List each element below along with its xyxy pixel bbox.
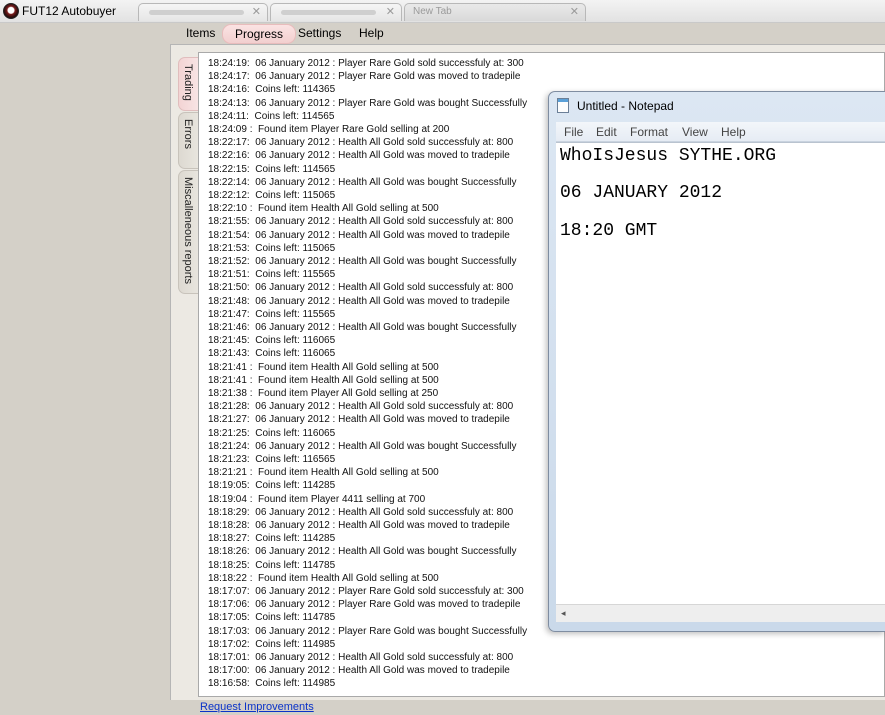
log-line: 18:17:07: 06 January 2012 : Player Rare … xyxy=(208,586,524,597)
log-line: 18:24:09 : Found item Player Rare Gold s… xyxy=(208,124,450,135)
request-improvements-link[interactable]: Request Improvements xyxy=(200,701,314,713)
new-tab-label: New Tab xyxy=(413,6,452,17)
side-tabs: Trading Errors Miscalleneous reports xyxy=(178,52,198,294)
notepad-text-area[interactable]: WhoIsJesus SYTHE.ORG 06 JANUARY 2012 18:… xyxy=(556,142,885,605)
new-tab[interactable]: New Tab ✕ xyxy=(404,3,586,21)
menu-settings[interactable]: Settings xyxy=(298,26,341,40)
log-line: 18:24:16: Coins left: 114365 xyxy=(208,84,336,96)
log-line: 18:18:29: 06 January 2012 : Health All G… xyxy=(208,506,514,518)
log-line: 18:17:00: 06 January 2012 : Health All G… xyxy=(208,665,510,677)
close-icon[interactable]: ✕ xyxy=(252,5,261,18)
log-line: 18:21:53: Coins left: 115065 xyxy=(208,242,336,254)
arrow-left-icon[interactable]: ◂ xyxy=(561,608,566,619)
log-line: 18:21:28: 06 January 2012 : Health All G… xyxy=(208,401,514,413)
log-line: 18:21:50: 06 January 2012 : Health All G… xyxy=(208,282,514,294)
log-line: 18:21:47: Coins left: 115565 xyxy=(208,308,336,320)
notepad-line: 18:20 GMT xyxy=(560,221,658,241)
log-line: 18:22:10 : Found item Health All Gold se… xyxy=(208,203,439,215)
log-line: 18:17:06: 06 January 2012 : Player Rare … xyxy=(208,599,521,611)
tab-trading-label: Trading xyxy=(182,64,194,101)
log-line: 18:21:23: Coins left: 116565 xyxy=(208,454,336,465)
notepad-horizontal-scrollbar[interactable]: ◂ xyxy=(556,604,885,622)
notepad-icon xyxy=(557,98,569,113)
log-line: 18:21:55: 06 January 2012 : Health All G… xyxy=(208,216,514,228)
log-line: 18:17:02: Coins left: 114985 xyxy=(208,638,336,650)
log-line: 18:24:17: 06 January 2012 : Player Rare … xyxy=(208,71,521,83)
log-line: 18:21:38 : Found item Player All Gold se… xyxy=(208,388,439,399)
tab-misc-label: Miscalleneous reports xyxy=(182,177,194,284)
tab-miscellaneous-reports[interactable]: Miscalleneous reports xyxy=(178,170,198,294)
close-icon[interactable]: ✕ xyxy=(386,5,395,18)
menu-progress[interactable]: Progress xyxy=(222,24,297,44)
notepad-line: 06 JANUARY 2012 xyxy=(560,183,723,203)
log-line: 18:18:25: Coins left: 114785 xyxy=(208,559,336,571)
log-line: 18:18:26: 06 January 2012 : Health All G… xyxy=(208,546,517,558)
notepad-menubar: File Edit Format View Help xyxy=(556,122,885,142)
notepad-line: WhoIsJesus SYTHE.ORG xyxy=(560,146,777,166)
log-line: 18:18:22 : Found item Health All Gold se… xyxy=(208,572,439,584)
notepad-window[interactable]: Untitled - Notepad File Edit Format View… xyxy=(548,91,885,632)
log-line: 18:22:17: 06 January 2012 : Health All G… xyxy=(208,137,514,149)
menu-help[interactable]: Help xyxy=(359,26,384,40)
log-line: 18:17:05: Coins left: 114785 xyxy=(208,612,336,624)
log-line: 18:21:24: 06 January 2012 : Health All G… xyxy=(208,440,517,452)
log-line: 18:21:43: Coins left: 116065 xyxy=(208,348,336,360)
log-line: 18:17:01: 06 January 2012 : Health All G… xyxy=(208,652,514,663)
log-line: 18:22:15: Coins left: 114565 xyxy=(208,163,336,175)
tab-trading[interactable]: Trading xyxy=(178,57,198,111)
notepad-title: Untitled - Notepad xyxy=(577,99,674,113)
soccer-ball-icon xyxy=(3,3,19,19)
log-line: 18:22:16: 06 January 2012 : Health All G… xyxy=(208,150,510,162)
log-line: 18:21:54: 06 January 2012 : Health All G… xyxy=(208,229,510,241)
tab-errors-label: Errors xyxy=(182,119,194,149)
log-line: 18:21:48: 06 January 2012 : Health All G… xyxy=(208,295,510,307)
log-line: 18:19:05: Coins left: 114285 xyxy=(208,480,336,492)
log-line: 18:22:12: Coins left: 115065 xyxy=(208,190,336,201)
log-line: 18:21:27: 06 January 2012 : Health All G… xyxy=(208,414,510,426)
menu-items[interactable]: Items xyxy=(186,26,215,40)
notepad-menu-help[interactable]: Help xyxy=(721,125,746,139)
notepad-menu-file[interactable]: File xyxy=(564,125,583,139)
tab-errors[interactable]: Errors xyxy=(178,112,198,169)
log-line: 18:21:52: 06 January 2012 : Health All G… xyxy=(208,256,517,267)
background-browser-tab[interactable]: ✕ xyxy=(270,3,402,21)
log-line: 18:19:04 : Found item Player 4411 sellin… xyxy=(208,493,426,505)
log-line: 18:21:46: 06 January 2012 : Health All G… xyxy=(208,322,517,333)
log-line: 18:24:19: 06 January 2012 : Player Rare … xyxy=(208,58,524,69)
log-line: 18:21:21 : Found item Health All Gold se… xyxy=(208,467,439,479)
log-line: 18:21:51: Coins left: 115565 xyxy=(208,269,336,281)
log-line: 18:24:13: 06 January 2012 : Player Rare … xyxy=(208,97,528,109)
notepad-menu-edit[interactable]: Edit xyxy=(596,125,617,139)
main-menu: Items Progress Settings Help xyxy=(170,23,885,44)
log-line: 18:21:25: Coins left: 116065 xyxy=(208,427,336,439)
window-title: FUT12 Autobuyer xyxy=(22,4,117,18)
close-icon[interactable]: ✕ xyxy=(570,5,579,18)
log-line: 18:21:41 : Found item Health All Gold se… xyxy=(208,361,439,373)
log-line: 18:18:28: 06 January 2012 : Health All G… xyxy=(208,520,510,531)
notepad-menu-format[interactable]: Format xyxy=(630,125,668,139)
log-line: 18:17:03: 06 January 2012 : Player Rare … xyxy=(208,625,528,637)
log-line: 18:22:14: 06 January 2012 : Health All G… xyxy=(208,176,517,188)
notepad-menu-view[interactable]: View xyxy=(682,125,708,139)
log-line: 18:21:45: Coins left: 116065 xyxy=(208,335,336,347)
title-bar: FUT12 Autobuyer ✕ ✕ New Tab ✕ xyxy=(0,0,885,23)
log-line: 18:24:11: Coins left: 114565 xyxy=(208,110,335,122)
log-line: 18:18:27: Coins left: 114285 xyxy=(208,533,336,545)
log-line: 18:16:58: Coins left: 114985 xyxy=(208,678,336,690)
log-line: 18:21:41 : Found item Health All Gold se… xyxy=(208,374,439,386)
background-browser-tab[interactable]: ✕ xyxy=(138,3,268,21)
